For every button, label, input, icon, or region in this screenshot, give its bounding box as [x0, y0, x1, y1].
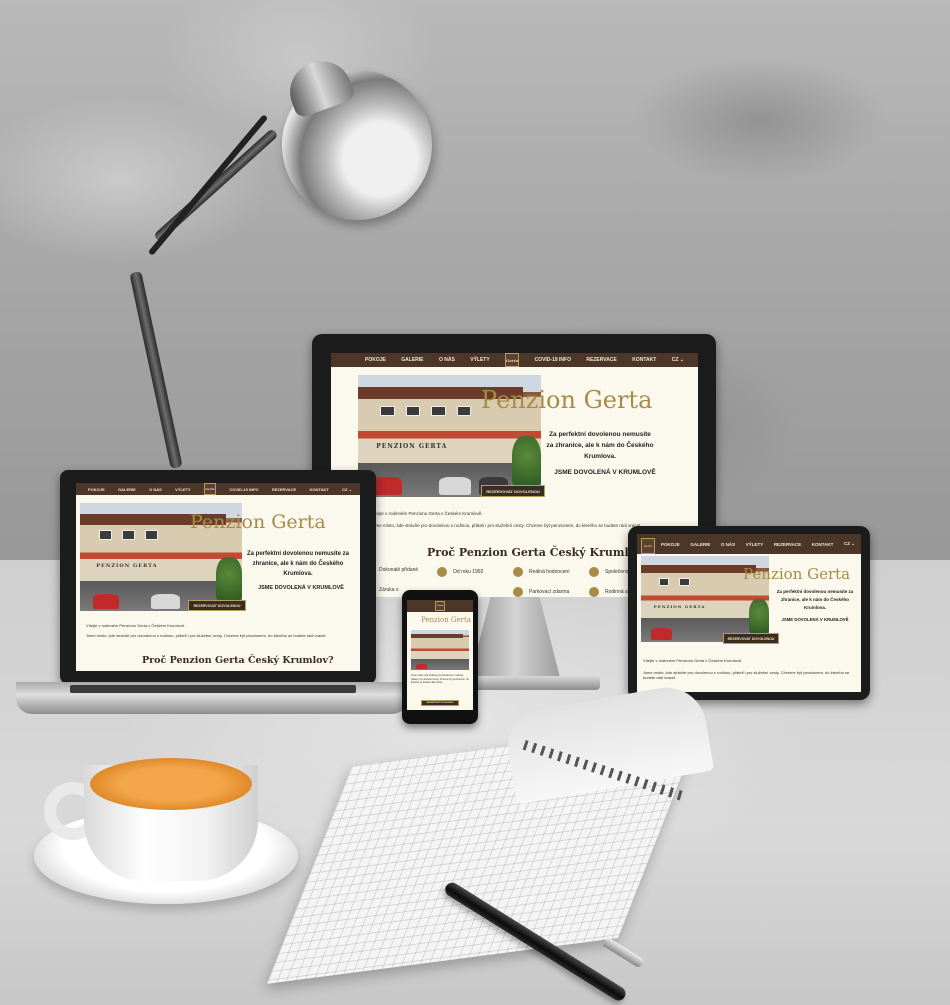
- feature-item: Parkovací zdarma: [513, 587, 569, 597]
- hero-title: Penzion Gerta: [190, 511, 326, 533]
- site-logo[interactable]: Gerta: [204, 483, 217, 495]
- reserve-button[interactable]: REZERVOVAT DOVOLENOU: [188, 600, 246, 611]
- intro-text: Vítejte v rodinném Penzionu Gerta v Česk…: [371, 511, 483, 516]
- hero-title: Penzion Gerta: [421, 616, 471, 624]
- feature-item: Dokonalé přidané: [379, 567, 419, 573]
- smartphone: Gerta Penzion Gerta Jsme místo, kde strá…: [402, 590, 478, 724]
- building-sign: PENZION GERTA: [376, 443, 448, 451]
- laptop-screen: POKOJE GALERIE O NÁS VÝLETY Gerta COVID-…: [76, 483, 360, 671]
- nav-item-covid[interactable]: COVID-19 INFO: [535, 357, 571, 363]
- reserve-button[interactable]: REZERVOVAT DOVOLENOU: [421, 700, 459, 706]
- hero-title: Penzion Gerta: [481, 386, 653, 414]
- feature-item: Od roku 1992: [437, 567, 483, 577]
- hero-subtitle: JSME DOVOLENÁ V KRUMLOVĚ: [554, 469, 656, 476]
- hero-tagline: Za perfektní dovolenou nemusíte za zhran…: [776, 589, 854, 610]
- nav-item-pokoje[interactable]: POKOJE: [365, 357, 386, 363]
- nav-item-vylety[interactable]: VÝLETY: [746, 542, 764, 547]
- nav-item-rezervace[interactable]: REZERVACE: [586, 357, 616, 363]
- nav-item-pokoje[interactable]: POKOJE: [88, 487, 105, 492]
- phone-screen: Gerta Penzion Gerta Jsme místo, kde strá…: [407, 600, 473, 710]
- hero-tagline: Za perfektní dovolenou nemusíte za zhran…: [546, 431, 654, 460]
- nav-item-rezervace[interactable]: REZERVACE: [774, 542, 801, 547]
- intro-text: Vítejte v rodinném Penzionu Gerta v Česk…: [643, 658, 743, 663]
- feature-item: Záruka s: [379, 587, 399, 593]
- reserve-button[interactable]: REZERVOVAT DOVOLENOU: [723, 633, 779, 644]
- why-title: Proč Penzion Gerta Český Krumlov?: [142, 655, 334, 666]
- hero-subtitle: JSME DOVOLENÁ V KRUMLOVĚ: [258, 585, 344, 591]
- hero-subtitle: JSME DOVOLENÁ V KRUMLOVĚ: [781, 617, 849, 622]
- intro-text: Vítejte v rodinném Penzionu Gerta v Česk…: [86, 623, 186, 628]
- nav-item-o-nas[interactable]: O NÁS: [721, 542, 735, 547]
- language-selector[interactable]: CZ ⌄: [844, 541, 855, 547]
- tablet-nav: POKOJE GALERIE O NÁS VÝLETY REZERVACE KO…: [637, 534, 861, 554]
- nav-item-kontakt[interactable]: KONTAKT: [812, 542, 834, 547]
- nav-item-rezervace[interactable]: REZERVACE: [272, 487, 296, 492]
- body-text: Jsme místo, kde strávíte pro dovolenou s…: [643, 670, 850, 680]
- nav-item-pokoje[interactable]: POKOJE: [661, 542, 680, 547]
- nav-item-galerie[interactable]: GALERIE: [401, 357, 423, 363]
- hero-title: Penzion Gerta: [743, 565, 851, 583]
- nav-item-vylety[interactable]: VÝLETY: [175, 487, 191, 492]
- feature-item: Reálná hodnocení: [513, 567, 570, 577]
- site-logo[interactable]: Gerta: [505, 353, 520, 367]
- nav-item-kontakt[interactable]: KONTAKT: [632, 357, 656, 363]
- nav-item-vylety[interactable]: VÝLETY: [470, 357, 489, 363]
- hero-image: [411, 630, 469, 670]
- nav-item-covid[interactable]: COVID-19 INFO: [229, 487, 258, 492]
- tablet-screen: POKOJE GALERIE O NÁS VÝLETY REZERVACE KO…: [637, 534, 861, 692]
- building-sign: PENZION GERTA: [653, 604, 706, 610]
- site-logo[interactable]: Gerta: [435, 601, 445, 611]
- why-title: Proč Penzion Gerta Český Krumlov?: [427, 546, 649, 559]
- language-selector[interactable]: CZ ⌄: [672, 357, 684, 363]
- laptop-nav: POKOJE GALERIE O NÁS VÝLETY Gerta COVID-…: [76, 483, 360, 495]
- nav-item-o-nas[interactable]: O NÁS: [439, 357, 455, 363]
- nav-item-kontakt[interactable]: KONTAKT: [310, 487, 329, 492]
- site-logo[interactable]: Gerta: [641, 538, 655, 554]
- feature-item: Společenská: [589, 567, 634, 577]
- building-sign: PENZION GERTA: [96, 563, 158, 570]
- feature-item: Rodinná am: [589, 587, 632, 597]
- body-text: Jsme místo, kde strávíte pro dovolenou s…: [86, 633, 327, 638]
- reserve-button[interactable]: REZERVOVAT DOVOLENOU: [481, 485, 545, 497]
- hero-tagline: Za perfektní dovolenou nemusíte za zhran…: [246, 551, 350, 577]
- language-selector[interactable]: CZ ⌄: [342, 487, 352, 492]
- body-text: Jsme místo, kde strávíte pro dovolenou s…: [411, 674, 469, 685]
- nav-item-galerie[interactable]: GALERIE: [690, 542, 710, 547]
- main-nav: POKOJE GALERIE O NÁS VÝLETY Gerta COVID-…: [331, 353, 698, 367]
- phone-nav: Gerta: [407, 600, 473, 612]
- nav-item-o-nas[interactable]: O NÁS: [149, 487, 162, 492]
- nav-item-galerie[interactable]: GALERIE: [118, 487, 136, 492]
